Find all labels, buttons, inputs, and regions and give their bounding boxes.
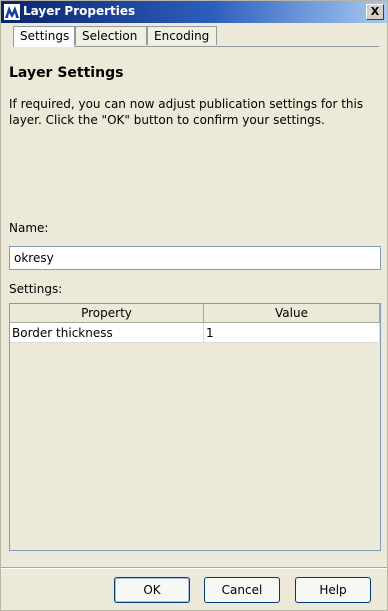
tab-encoding[interactable]: Encoding — [147, 26, 217, 45]
name-label: Name: — [9, 221, 49, 235]
window-title: Layer Properties — [23, 4, 136, 18]
table-header: Property Value — [10, 304, 380, 323]
description-text: If required, you can now adjust publicat… — [9, 97, 364, 127]
tab-settings[interactable]: Settings — [13, 26, 75, 47]
name-field[interactable] — [9, 246, 381, 270]
app-logo-icon — [4, 4, 20, 20]
column-header-value[interactable]: Value — [204, 304, 380, 323]
settings-label: Settings: — [9, 282, 63, 296]
cell-value[interactable]: 1 — [204, 323, 380, 343]
help-button[interactable]: Help — [295, 577, 371, 603]
close-icon: X — [370, 5, 380, 18]
divider-highlight — [1, 568, 387, 569]
ok-button[interactable]: OK — [114, 577, 190, 603]
close-button[interactable]: X — [366, 4, 384, 20]
tab-selection[interactable]: Selection — [75, 26, 147, 45]
layer-properties-window: Layer Properties X Settings Selection En… — [0, 0, 388, 611]
settings-table[interactable]: Property Value Border thickness 1 — [9, 303, 381, 551]
title-bar[interactable]: Layer Properties X — [1, 1, 387, 23]
column-header-property[interactable]: Property — [10, 304, 204, 323]
tab-strip: Settings Selection Encoding — [13, 26, 379, 48]
cell-property: Border thickness — [10, 323, 204, 343]
page-title: Layer Settings — [9, 65, 124, 81]
table-row[interactable]: Border thickness 1 — [10, 323, 380, 343]
cancel-button[interactable]: Cancel — [204, 577, 280, 603]
